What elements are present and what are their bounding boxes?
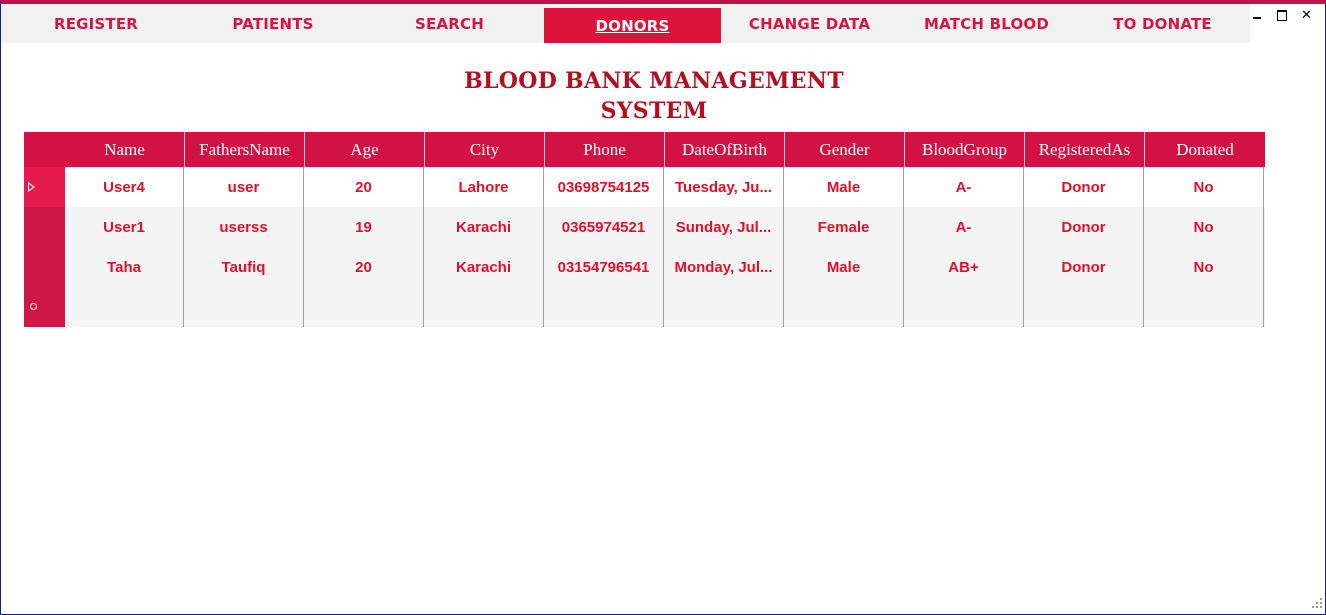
cell-dateofbirth[interactable]: Monday, Jul... [664,247,784,287]
nav-donors[interactable]: Donors [544,8,721,43]
cell-fathersname[interactable]: user [184,167,304,207]
cell-phone[interactable]: 03698754125 [544,167,664,207]
cell-phone[interactable]: 03154796541 [544,247,664,287]
grid-body: User4 user 20 Lahore 03698754125 Tuesday… [65,167,1265,327]
cell-empty[interactable] [65,287,184,327]
minimize-icon [1253,17,1261,19]
cell-empty[interactable] [1144,287,1264,327]
nav-patients[interactable]: Patients [191,4,355,43]
cell-empty[interactable] [1024,287,1144,327]
cell-empty[interactable] [544,287,664,327]
nav-register[interactable]: Register [1,4,191,43]
page-title-line1: Blood Bank Management [464,68,844,94]
cell-bloodgroup[interactable]: A- [904,207,1024,247]
donors-data-grid[interactable]: Name FathersName Age City Phone DateOfBi… [24,132,1265,327]
column-header-donated[interactable]: Donated [1145,132,1265,167]
resize-grip-icon[interactable] [1311,597,1323,609]
column-header-dateofbirth[interactable]: DateOfBirth [665,132,785,167]
cell-donated[interactable]: No [1144,207,1264,247]
cell-dateofbirth[interactable]: Sunday, Jul... [664,207,784,247]
close-icon: ✕ [1301,7,1312,22]
new-row[interactable] [65,287,1265,327]
cell-donated[interactable]: No [1144,247,1264,287]
top-navigation: Register Patients Search Donors Change D… [1,4,1250,43]
column-header-name[interactable]: Name [65,132,185,167]
cell-name[interactable]: User1 [65,207,184,247]
page-title-line2: System [600,98,708,124]
column-header-phone[interactable]: Phone [545,132,665,167]
cell-bloodgroup[interactable]: AB+ [904,247,1024,287]
table-row[interactable]: User1 userss 19 Karachi 0365974521 Sunda… [65,207,1265,247]
table-row[interactable]: Taha Taufiq 20 Karachi 03154796541 Monda… [65,247,1265,287]
grid-corner-header[interactable] [24,132,65,167]
nav-match-blood[interactable]: Match Blood [898,4,1075,43]
column-header-fathersname[interactable]: FathersName [185,132,305,167]
cell-gender[interactable]: Female [784,207,904,247]
cell-empty[interactable] [184,287,304,327]
cell-city[interactable]: Lahore [424,167,544,207]
minimize-button[interactable] [1253,8,1261,19]
new-row-icon [30,303,37,310]
cell-age[interactable]: 20 [304,167,424,207]
column-header-gender[interactable]: Gender [785,132,905,167]
maximize-icon [1277,10,1287,21]
column-header-registeredas[interactable]: RegisteredAs [1025,132,1145,167]
column-header-city[interactable]: City [425,132,545,167]
cell-empty[interactable] [424,287,544,327]
nav-change-data[interactable]: Change Data [721,4,898,43]
cell-bloodgroup[interactable]: A- [904,167,1024,207]
cell-fathersname[interactable]: Taufiq [184,247,304,287]
cell-registeredas[interactable]: Donor [1024,247,1144,287]
cell-donated[interactable]: No [1144,167,1264,207]
cell-phone[interactable]: 0365974521 [544,207,664,247]
close-button[interactable]: ✕ [1301,8,1312,22]
cell-city[interactable]: Karachi [424,207,544,247]
cell-registeredas[interactable]: Donor [1024,167,1144,207]
cell-empty[interactable] [904,287,1024,327]
row-header[interactable] [24,207,65,247]
grid-header-row: Name FathersName Age City Phone DateOfBi… [24,132,1265,167]
cell-empty[interactable] [664,287,784,327]
page-title: Blood Bank Management System [400,66,908,126]
cell-dateofbirth[interactable]: Tuesday, Ju... [664,167,784,207]
cell-age[interactable]: 19 [304,207,424,247]
cell-gender[interactable]: Male [784,167,904,207]
row-header[interactable] [24,247,65,287]
nav-to-donate[interactable]: To Donate [1075,4,1250,43]
cell-registeredas[interactable]: Donor [1024,207,1144,247]
cell-empty[interactable] [304,287,424,327]
cell-name[interactable]: Taha [65,247,184,287]
row-header-new[interactable] [24,287,65,327]
row-header-column [24,167,65,327]
cell-age[interactable]: 20 [304,247,424,287]
column-header-age[interactable]: Age [305,132,425,167]
cell-name[interactable]: User4 [65,167,184,207]
cell-fathersname[interactable]: userss [184,207,304,247]
cell-empty[interactable] [784,287,904,327]
cell-gender[interactable]: Male [784,247,904,287]
column-header-bloodgroup[interactable]: BloodGroup [905,132,1025,167]
row-header-current[interactable] [24,167,65,207]
cell-city[interactable]: Karachi [424,247,544,287]
table-row[interactable]: User4 user 20 Lahore 03698754125 Tuesday… [65,167,1265,207]
maximize-button[interactable] [1277,8,1287,21]
nav-search[interactable]: Search [355,4,544,43]
